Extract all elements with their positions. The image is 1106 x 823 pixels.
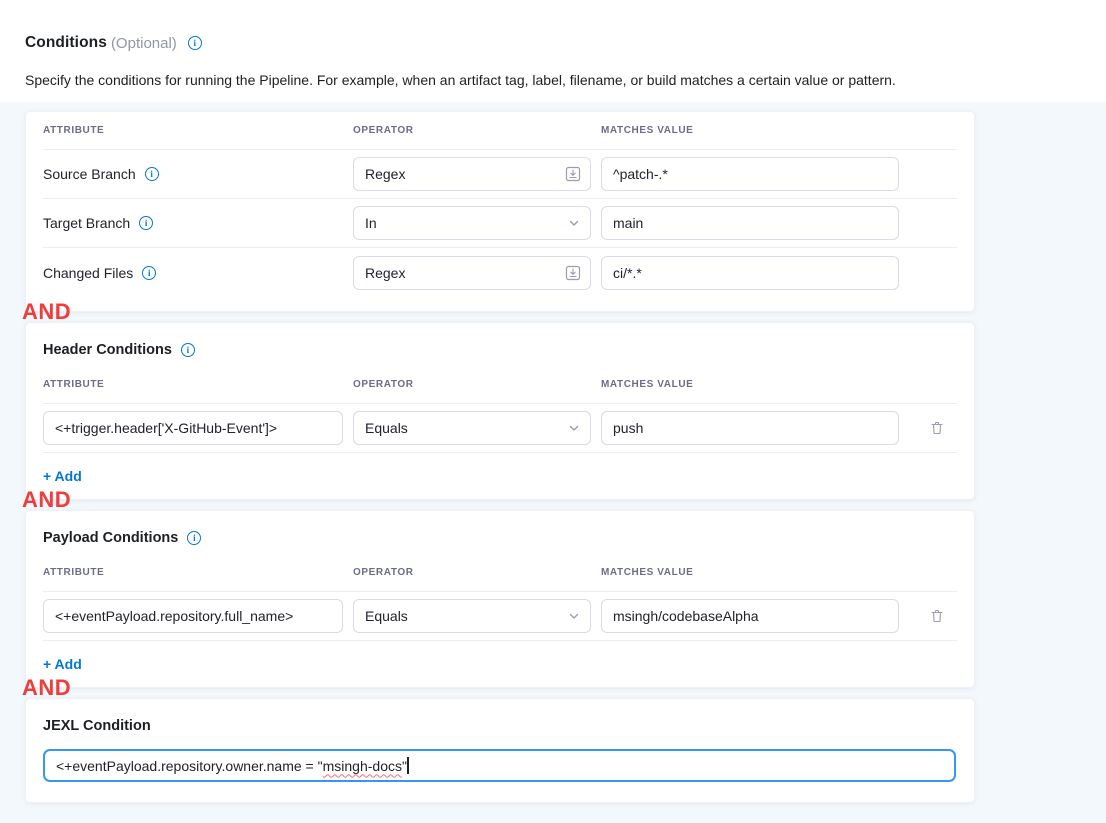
and-label: AND [22,299,71,325]
page-header: Conditions (Optional) Specify the condit… [0,0,1106,88]
trash-icon[interactable] [927,606,947,626]
info-icon[interactable] [145,167,159,181]
column-header-matches-value: MATCHES VALUE [601,125,916,136]
chevron-down-icon [567,609,581,623]
page-title: Conditions [25,34,107,52]
condition-row-source-branch: Source Branch Regex [43,150,957,199]
panel-title: Header Conditions [43,342,172,358]
operator-select[interactable]: Equals [353,411,591,445]
chevron-down-icon [567,421,581,435]
text-cursor [407,757,408,774]
header-conditions-panel: Header Conditions ATTRIBUTE OPERATOR MAT… [25,322,975,500]
jexl-value-prefix: <+eventPayload.repository.owner.name = " [56,758,323,774]
payload-condition-row: Equals [43,592,957,641]
column-header-attribute: ATTRIBUTE [43,567,353,578]
jexl-condition-panel: JEXL Condition <+eventPayload.repository… [25,698,975,803]
optional-label: (Optional) [111,35,177,52]
matches-value-input[interactable] [601,256,899,290]
header-condition-row: Equals [43,404,957,453]
and-separator: AND [0,312,1106,322]
column-header-operator: OPERATOR [353,567,601,578]
add-button[interactable]: + Add [43,656,82,672]
and-separator: AND [0,500,1106,510]
and-label: AND [22,675,71,701]
column-headers: ATTRIBUTE OPERATOR MATCHES VALUE [43,112,957,150]
column-headers: ATTRIBUTE OPERATOR MATCHES VALUE [43,366,957,404]
enter-icon [565,265,581,281]
attribute-label: Changed Files [43,265,133,281]
trash-icon[interactable] [927,418,947,438]
chevron-down-icon [567,216,581,230]
operator-select[interactable]: Equals [353,599,591,633]
condition-row-target-branch: Target Branch In [43,199,957,248]
matches-value-input[interactable] [601,599,899,633]
add-button[interactable]: + Add [43,468,82,484]
enter-icon [565,166,581,182]
condition-row-changed-files: Changed Files Regex [43,248,957,297]
and-separator: AND [0,688,1106,698]
panel-title: JEXL Condition [43,718,151,734]
matches-value-input[interactable] [601,411,899,445]
jexl-misspelled-word: msingh-docs [323,758,402,774]
attribute-label: Target Branch [43,215,130,231]
operator-select[interactable]: Regex [353,256,591,290]
attribute-input[interactable] [43,411,343,445]
column-header-operator: OPERATOR [353,125,601,136]
branch-conditions-panel: ATTRIBUTE OPERATOR MATCHES VALUE Source … [25,111,975,312]
panel-title: Payload Conditions [43,530,178,546]
info-icon[interactable] [139,216,153,230]
matches-value-input[interactable] [601,157,899,191]
column-headers: ATTRIBUTE OPERATOR MATCHES VALUE [43,554,957,592]
and-label: AND [22,487,71,513]
page-description: Specify the conditions for running the P… [25,72,1081,88]
attribute-input[interactable] [43,599,343,633]
matches-value-input[interactable] [601,206,899,240]
payload-conditions-panel: Payload Conditions ATTRIBUTE OPERATOR MA… [25,510,975,688]
conditions-body: ATTRIBUTE OPERATOR MATCHES VALUE Source … [0,102,1106,823]
info-icon[interactable] [187,531,201,545]
column-header-matches-value: MATCHES VALUE [601,567,916,578]
column-header-operator: OPERATOR [353,379,601,390]
column-header-matches-value: MATCHES VALUE [601,379,916,390]
info-icon[interactable] [142,266,156,280]
operator-select[interactable]: In [353,206,591,240]
info-icon[interactable] [181,343,195,357]
info-icon[interactable] [188,36,202,50]
column-header-attribute: ATTRIBUTE [43,379,353,390]
jexl-value-suffix: " [402,758,407,774]
column-header-attribute: ATTRIBUTE [43,125,353,136]
trigger-conditions-page: Conditions (Optional) Specify the condit… [0,0,1106,823]
operator-select[interactable]: Regex [353,157,591,191]
attribute-label: Source Branch [43,166,136,182]
jexl-condition-input[interactable]: <+eventPayload.repository.owner.name = "… [43,749,956,782]
